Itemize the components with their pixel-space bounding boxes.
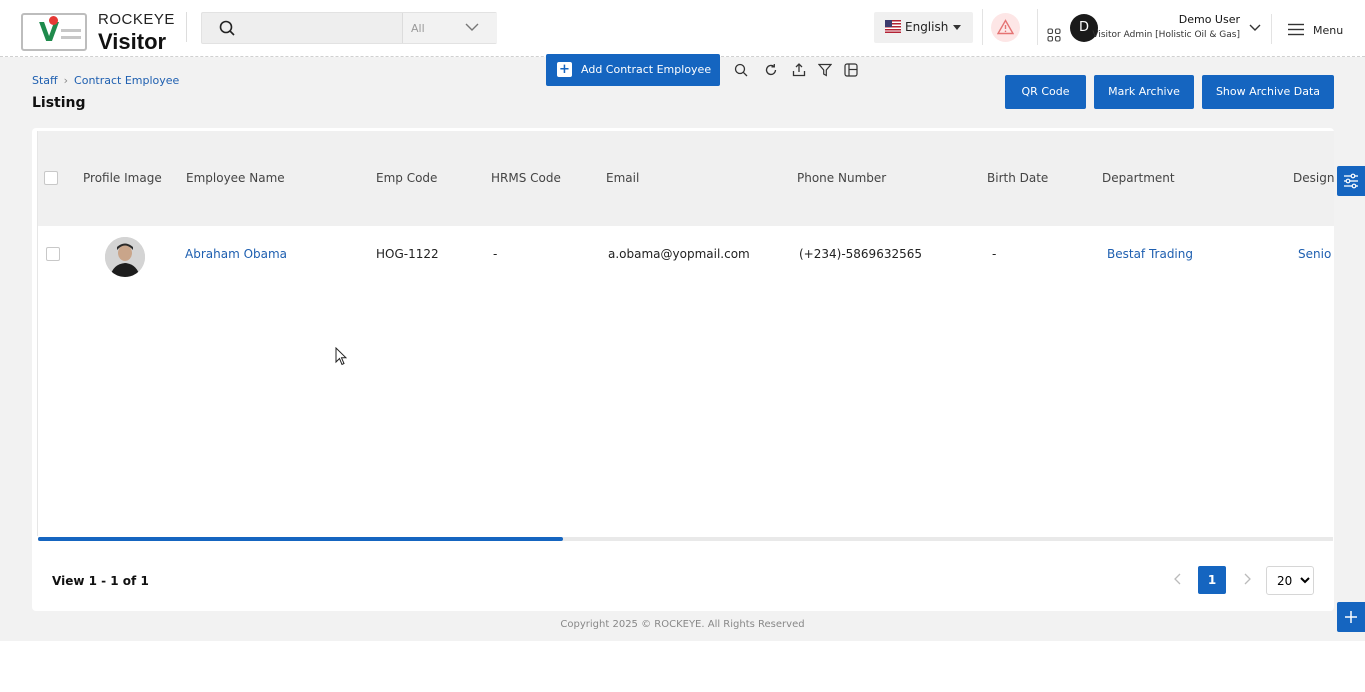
refresh-icon[interactable] bbox=[764, 63, 778, 77]
page-title: Listing bbox=[32, 95, 86, 111]
warning-icon bbox=[997, 19, 1014, 35]
record-count: View 1 - 1 of 1 bbox=[52, 574, 149, 588]
pagination-page-1[interactable]: 1 bbox=[1198, 566, 1226, 594]
search-filter-label: All bbox=[411, 22, 425, 35]
table-header: Profile Image Employee Name Emp Code HRM… bbox=[38, 131, 1334, 226]
logo-text-bottom: Visitor bbox=[98, 29, 167, 54]
logo-divider bbox=[186, 12, 187, 42]
app-logo[interactable]: V ROCKEYE Visitor bbox=[21, 11, 186, 54]
column-header-hrms-code[interactable]: HRMS Code bbox=[491, 171, 561, 185]
caret-down-icon bbox=[953, 25, 961, 30]
settings-panel-toggle[interactable] bbox=[1337, 166, 1365, 196]
logo-mark-icon: V bbox=[21, 13, 87, 51]
header-divider bbox=[982, 9, 983, 45]
breadcrumb-item-contract-employee[interactable]: Contract Employee bbox=[74, 74, 179, 87]
search-icon[interactable] bbox=[734, 63, 748, 77]
plus-icon bbox=[1345, 611, 1357, 623]
column-header-email[interactable]: Email bbox=[606, 171, 639, 185]
user-role: Visitor Admin [Holistic Oil & Gas] bbox=[1092, 30, 1240, 40]
menu-label[interactable]: Menu bbox=[1313, 24, 1343, 37]
breadcrumb: Staff › Contract Employee bbox=[32, 74, 179, 87]
chevron-down-icon bbox=[465, 23, 479, 31]
select-all-checkbox[interactable] bbox=[44, 171, 58, 185]
add-button-label: Add Contract Employee bbox=[581, 63, 712, 76]
chevron-right-icon[interactable] bbox=[1241, 572, 1253, 586]
column-header-birth-date[interactable]: Birth Date bbox=[987, 171, 1048, 185]
horizontal-scrollbar[interactable] bbox=[38, 537, 1333, 541]
hamburger-menu-icon[interactable] bbox=[1288, 23, 1304, 36]
employee-name-link[interactable]: Abraham Obama bbox=[185, 247, 287, 261]
column-header-employee-name[interactable]: Employee Name bbox=[186, 171, 285, 185]
global-search: All bbox=[201, 12, 497, 44]
birth-date-cell: - bbox=[992, 247, 997, 261]
us-flag-icon bbox=[885, 20, 901, 33]
search-filter-select[interactable]: All bbox=[402, 13, 497, 43]
employee-table: Profile Image Employee Name Emp Code HRM… bbox=[37, 131, 1334, 536]
columns-icon[interactable] bbox=[844, 63, 858, 77]
mouse-cursor-icon bbox=[335, 347, 347, 366]
alert-button[interactable] bbox=[991, 13, 1020, 42]
table-row[interactable]: Abraham Obama HOG-1122 - a.obama@yopmail… bbox=[38, 230, 1334, 285]
user-name[interactable]: Demo User bbox=[1100, 13, 1240, 26]
column-header-designation[interactable]: Designa bbox=[1293, 171, 1334, 185]
breadcrumb-chevron-icon: › bbox=[63, 74, 69, 87]
scrollbar-thumb[interactable] bbox=[38, 537, 563, 541]
logo-text-top: ROCKEYE bbox=[98, 11, 175, 28]
language-label: English bbox=[905, 20, 949, 34]
emp-code-cell: HOG-1122 bbox=[376, 247, 439, 261]
column-header-department[interactable]: Department bbox=[1102, 171, 1175, 185]
column-header-phone-number[interactable]: Phone Number bbox=[797, 171, 886, 185]
filter-icon[interactable] bbox=[818, 63, 832, 77]
phone-cell: (+234)-5869632565 bbox=[799, 247, 922, 261]
designation-link[interactable]: Senio bbox=[1298, 247, 1331, 261]
language-selector[interactable]: English bbox=[874, 12, 973, 43]
header-divider bbox=[1271, 14, 1272, 44]
person-avatar-icon bbox=[105, 237, 145, 277]
sliders-icon bbox=[1344, 173, 1358, 189]
chevron-left-icon[interactable] bbox=[1172, 572, 1184, 586]
hrms-code-cell: - bbox=[493, 247, 498, 261]
add-contract-employee-button[interactable]: + Add Contract Employee bbox=[546, 54, 720, 86]
qr-code-button[interactable]: QR Code bbox=[1005, 75, 1086, 109]
header-divider bbox=[1037, 9, 1038, 45]
quick-add-button[interactable] bbox=[1337, 602, 1365, 632]
apps-grid-icon[interactable] bbox=[1047, 28, 1061, 42]
search-input[interactable] bbox=[242, 17, 397, 41]
top-header: V ROCKEYE Visitor All English D Demo Use… bbox=[0, 0, 1365, 57]
email-cell: a.obama@yopmail.com bbox=[608, 247, 750, 261]
profile-image[interactable] bbox=[105, 237, 145, 277]
app-root: V ROCKEYE Visitor All English D Demo Use… bbox=[0, 0, 1365, 641]
show-archive-data-button[interactable]: Show Archive Data bbox=[1202, 75, 1334, 109]
copyright-text: Copyright 2025 © ROCKEYE. All Rights Res… bbox=[560, 619, 805, 630]
column-header-emp-code[interactable]: Emp Code bbox=[376, 171, 437, 185]
breadcrumb-item-staff[interactable]: Staff bbox=[32, 74, 58, 87]
mark-archive-button[interactable]: Mark Archive bbox=[1094, 75, 1194, 109]
page-size-select[interactable]: 20 bbox=[1266, 566, 1314, 595]
department-link[interactable]: Bestaf Trading bbox=[1107, 247, 1193, 261]
listing-card: Profile Image Employee Name Emp Code HRM… bbox=[32, 128, 1334, 611]
search-icon[interactable] bbox=[219, 20, 235, 36]
export-icon[interactable] bbox=[792, 63, 806, 77]
chevron-down-icon[interactable] bbox=[1249, 23, 1261, 33]
plus-icon: + bbox=[557, 62, 572, 77]
row-checkbox[interactable] bbox=[46, 247, 60, 261]
column-header-profile-image[interactable]: Profile Image bbox=[83, 171, 162, 185]
